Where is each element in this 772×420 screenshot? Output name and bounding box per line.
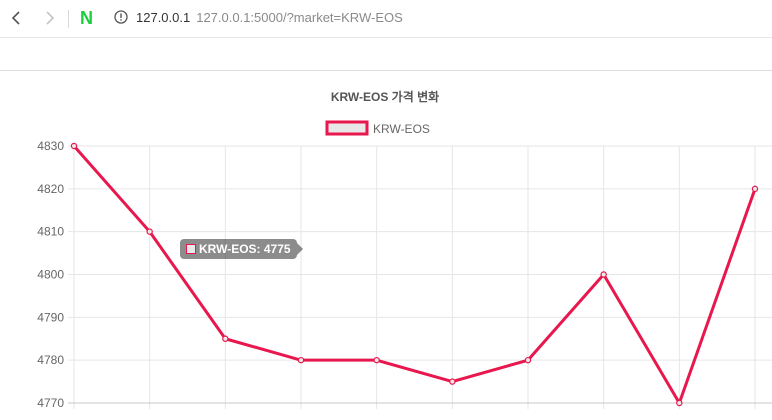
legend-swatch (325, 120, 369, 136)
legend[interactable]: KRW-EOS (325, 120, 430, 136)
chevron-right-icon (46, 11, 55, 25)
chart-container: KRW-EOS 가격 변화 KRW-EOS 4830 4820 4810 4800 47… (0, 71, 772, 420)
address-url: 127.0.0.1:5000/?market=KRW-EOS (196, 10, 403, 25)
data-point[interactable] (751, 185, 759, 193)
tooltip-text: KRW-EOS: 4775 (199, 242, 291, 256)
toolbar-divider (68, 10, 69, 28)
data-point[interactable] (676, 399, 683, 407)
y-tick-label: 4790 (37, 310, 64, 324)
y-tick-label: 4770 (37, 396, 64, 410)
grid (68, 145, 772, 409)
y-axis: 4830 4820 4810 4800 4790 4780 4770 (37, 139, 64, 410)
address-host: 127.0.0.1 (136, 10, 191, 25)
y-tick-label: 4820 (37, 182, 64, 196)
y-tick-label: 4830 (37, 139, 64, 153)
tooltip-swatch (186, 244, 196, 254)
data-point[interactable] (222, 335, 229, 342)
chart-title: KRW-EOS 가격 변화 (331, 89, 439, 104)
back-button[interactable] (4, 6, 28, 30)
y-tick-label: 4810 (37, 225, 64, 239)
info-circle-icon[interactable] (114, 10, 128, 24)
data-point[interactable] (297, 356, 305, 364)
browser-toolbar: N 127.0.0.1 127.0.0.1:5000/?market=KRW-EO… (0, 0, 772, 38)
chart-tooltip: KRW-EOS: 4775 (180, 239, 303, 259)
line-chart: KRW-EOS 가격 변화 KRW-EOS 4830 4820 4810 4800 47… (37, 89, 772, 410)
y-tick-label: 4800 (37, 268, 64, 282)
data-point[interactable] (373, 356, 380, 364)
data-point[interactable] (146, 228, 153, 235)
data-point[interactable] (70, 142, 78, 150)
address-bar[interactable]: 127.0.0.1 127.0.0.1:5000/?market=KRW-EOS (136, 10, 403, 26)
chevron-left-icon (11, 11, 20, 25)
data-point[interactable] (524, 356, 532, 364)
data-point[interactable] (449, 378, 456, 385)
data-point[interactable] (600, 271, 607, 278)
page-header-strip (0, 38, 772, 71)
y-tick-label: 4780 (37, 353, 64, 367)
legend-label: KRW-EOS (373, 122, 430, 136)
naver-logo[interactable]: N (80, 9, 94, 27)
forward-button[interactable] (38, 6, 62, 30)
